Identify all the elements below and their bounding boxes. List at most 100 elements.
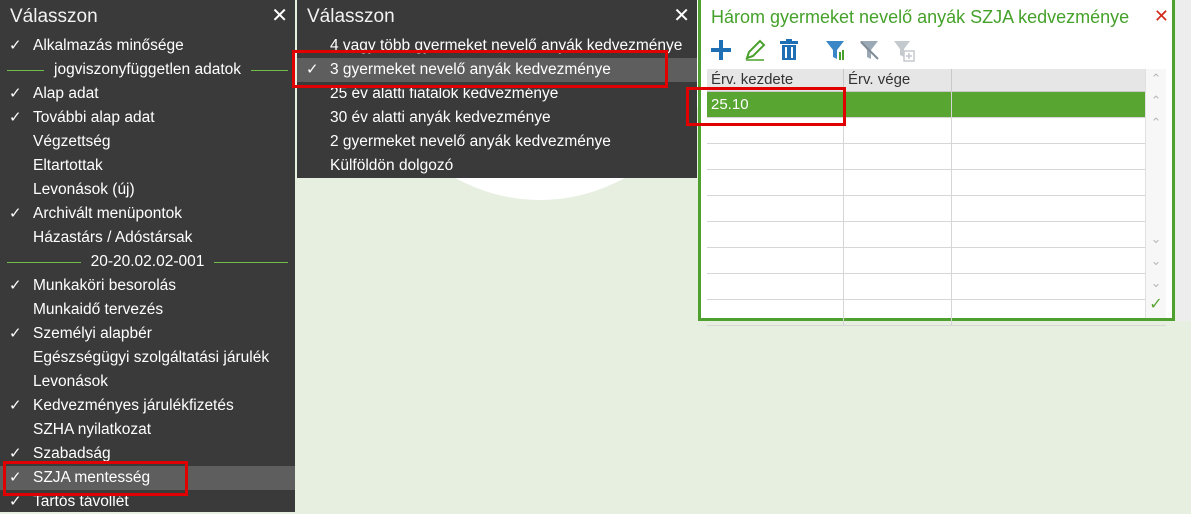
menu-item[interactable]: ✓ Alkalmazás minősége bbox=[0, 34, 295, 58]
window-title-text: Három gyermeket nevelő anyák SZJA kedvez… bbox=[711, 7, 1130, 27]
cell-filler bbox=[952, 274, 1146, 299]
separator-label: 20-20.02.02-001 bbox=[80, 253, 215, 270]
table-row[interactable] bbox=[707, 170, 1166, 196]
scroll-top-icon[interactable]: ⌃ bbox=[1146, 69, 1166, 89]
menu-item[interactable]: ✓ Szabadság bbox=[0, 442, 295, 466]
table-row[interactable] bbox=[707, 248, 1166, 274]
menu-item-label: 2 gyermeket nevelő anyák kedvezménye bbox=[330, 133, 611, 150]
menu-list: ✓ Alkalmazás minősége jogviszonyfüggetlen … bbox=[0, 34, 295, 514]
cell-start bbox=[707, 170, 844, 195]
trash-icon[interactable] bbox=[775, 36, 803, 64]
filter-add-icon[interactable] bbox=[889, 36, 917, 64]
cell-start bbox=[707, 300, 844, 325]
menu-item-label: SZJA mentesség bbox=[33, 469, 151, 486]
right-edge-strip bbox=[1176, 0, 1191, 321]
allowance-window: Három gyermeket nevelő anyák SZJA kedvez… bbox=[698, 0, 1175, 326]
cell-filler bbox=[952, 248, 1146, 273]
menu-item[interactable]: Levonások (új) bbox=[0, 178, 295, 202]
cell-filler bbox=[952, 118, 1146, 143]
edit-pencil-icon[interactable] bbox=[741, 36, 769, 64]
menu-item-label: Végzettség bbox=[33, 133, 111, 150]
scroll-page-down-icon[interactable]: ⌄ bbox=[1146, 251, 1166, 271]
menu-item-label: Munkaköri besorolás bbox=[33, 277, 177, 294]
close-icon[interactable]: ✕ bbox=[271, 0, 288, 32]
scroll-page-up-icon[interactable]: ⌃ bbox=[1146, 91, 1166, 111]
cell-filler bbox=[952, 196, 1146, 221]
menu-item-label: Eltartottak bbox=[33, 157, 103, 174]
menu-item-label: 30 év alatti anyák kedvezménye bbox=[330, 109, 551, 126]
menu-item[interactable]: Levonások bbox=[0, 370, 295, 394]
menu-item[interactable]: Külföldön dolgozó bbox=[297, 154, 697, 178]
panel-title: Válasszon ✕ bbox=[297, 0, 697, 34]
cell-filler bbox=[952, 300, 1146, 325]
check-icon: ✓ bbox=[9, 445, 22, 462]
cell-start bbox=[707, 118, 844, 143]
menu-item-label: Archivált menüpontok bbox=[33, 205, 183, 222]
table-row[interactable]: 25.10 bbox=[707, 92, 1166, 118]
choose-panel-primary: Válasszon ✕ ✓ Alkalmazás minősége jogviszo… bbox=[0, 0, 295, 512]
menu-item-label: Szabadság bbox=[33, 445, 111, 462]
panel-title-text: Válasszon bbox=[307, 6, 395, 27]
menu-item-label: Házastárs / Adóstársak bbox=[33, 229, 193, 246]
cell-end bbox=[844, 118, 952, 143]
column-header-end[interactable]: Érv. vége bbox=[844, 69, 952, 91]
check-icon: ✓ bbox=[9, 397, 22, 414]
scroll-bottom-icon[interactable]: ⌄ bbox=[1146, 273, 1166, 293]
cell-end bbox=[844, 248, 952, 273]
cell-start: 25.10 bbox=[707, 92, 844, 117]
cell-start bbox=[707, 196, 844, 221]
close-icon[interactable]: ✕ bbox=[1154, 0, 1169, 32]
menu-item[interactable]: ✓ Személyi alapbér bbox=[0, 322, 295, 346]
menu-item[interactable]: 4 vagy több gyermeket nevelő anyák kedve… bbox=[297, 34, 697, 58]
filter-clear-icon[interactable] bbox=[855, 36, 883, 64]
menu-item[interactable]: ✓ SZJA mentesség bbox=[0, 466, 295, 490]
menu-item[interactable]: ✓ Tartós távollét bbox=[0, 490, 295, 514]
close-icon[interactable]: ✕ bbox=[673, 0, 690, 32]
menu-item-label: Személyi alapbér bbox=[33, 325, 152, 342]
menu-item[interactable]: Munkaidő tervezés bbox=[0, 298, 295, 322]
menu-item[interactable]: 30 év alatti anyák kedvezménye bbox=[297, 106, 697, 130]
menu-separator: 20-20.02.02-001 bbox=[0, 250, 295, 274]
menu-item-label: Levonások bbox=[33, 373, 108, 390]
vertical-scrollbar[interactable]: ⌃ ⌃ ⌃ ⌄ ⌄ ⌄ ✓ bbox=[1145, 69, 1166, 318]
menu-item-label: Alkalmazás minősége bbox=[33, 37, 184, 54]
menu-item-label: SZHA nyilatkozat bbox=[33, 421, 152, 438]
column-header-start[interactable]: Érv. kezdete bbox=[707, 69, 844, 91]
menu-item[interactable]: ✓ Kedvezményes járulékfizetés bbox=[0, 394, 295, 418]
menu-item-label: Egészségügyi szolgáltatási járulék bbox=[33, 349, 270, 366]
menu-item[interactable]: ✓ Munkaköri besorolás bbox=[0, 274, 295, 298]
check-icon: ✓ bbox=[9, 109, 22, 126]
table-row[interactable] bbox=[707, 300, 1166, 326]
cell-filler bbox=[952, 92, 1146, 117]
menu-item[interactable]: ✓ Alap adat bbox=[0, 82, 295, 106]
scroll-up-icon[interactable]: ⌃ bbox=[1146, 113, 1166, 133]
table-row[interactable] bbox=[707, 144, 1166, 170]
menu-item[interactable]: Egészségügyi szolgáltatási járulék bbox=[0, 346, 295, 370]
menu-item[interactable]: 25 év alatti fiatalok kedvezménye bbox=[297, 82, 697, 106]
menu-item-label: 4 vagy több gyermeket nevelő anyák kedve… bbox=[330, 37, 683, 54]
scroll-down-icon[interactable]: ⌄ bbox=[1146, 229, 1166, 249]
cell-end bbox=[844, 170, 952, 195]
table-row[interactable] bbox=[707, 222, 1166, 248]
grid-body: 25.10 bbox=[707, 92, 1166, 326]
menu-item[interactable]: ✓ Archivált menüpontok bbox=[0, 202, 295, 226]
cell-start bbox=[707, 222, 844, 247]
menu-item[interactable]: Eltartottak bbox=[0, 154, 295, 178]
panel-title-text: Válasszon bbox=[10, 6, 98, 27]
menu-item[interactable]: Házastárs / Adóstársak bbox=[0, 226, 295, 250]
filter-icon[interactable] bbox=[821, 36, 849, 64]
menu-item[interactable]: SZHA nyilatkozat bbox=[0, 418, 295, 442]
menu-item[interactable]: ✓ További alap adat bbox=[0, 106, 295, 130]
panel-title: Válasszon ✕ bbox=[0, 0, 295, 34]
menu-item[interactable]: Végzettség bbox=[0, 130, 295, 154]
table-row[interactable] bbox=[707, 196, 1166, 222]
cell-filler bbox=[952, 170, 1146, 195]
menu-item[interactable]: 2 gyermeket nevelő anyák kedvezménye bbox=[297, 130, 697, 154]
cell-end bbox=[844, 144, 952, 169]
menu-item[interactable]: ✓ 3 gyermeket nevelő anyák kedvezménye bbox=[297, 58, 697, 82]
plus-icon[interactable] bbox=[707, 36, 735, 64]
confirm-check-icon[interactable]: ✓ bbox=[1146, 295, 1166, 315]
table-row[interactable] bbox=[707, 274, 1166, 300]
menu-item-label: 3 gyermeket nevelő anyák kedvezménye bbox=[330, 61, 611, 78]
table-row[interactable] bbox=[707, 118, 1166, 144]
